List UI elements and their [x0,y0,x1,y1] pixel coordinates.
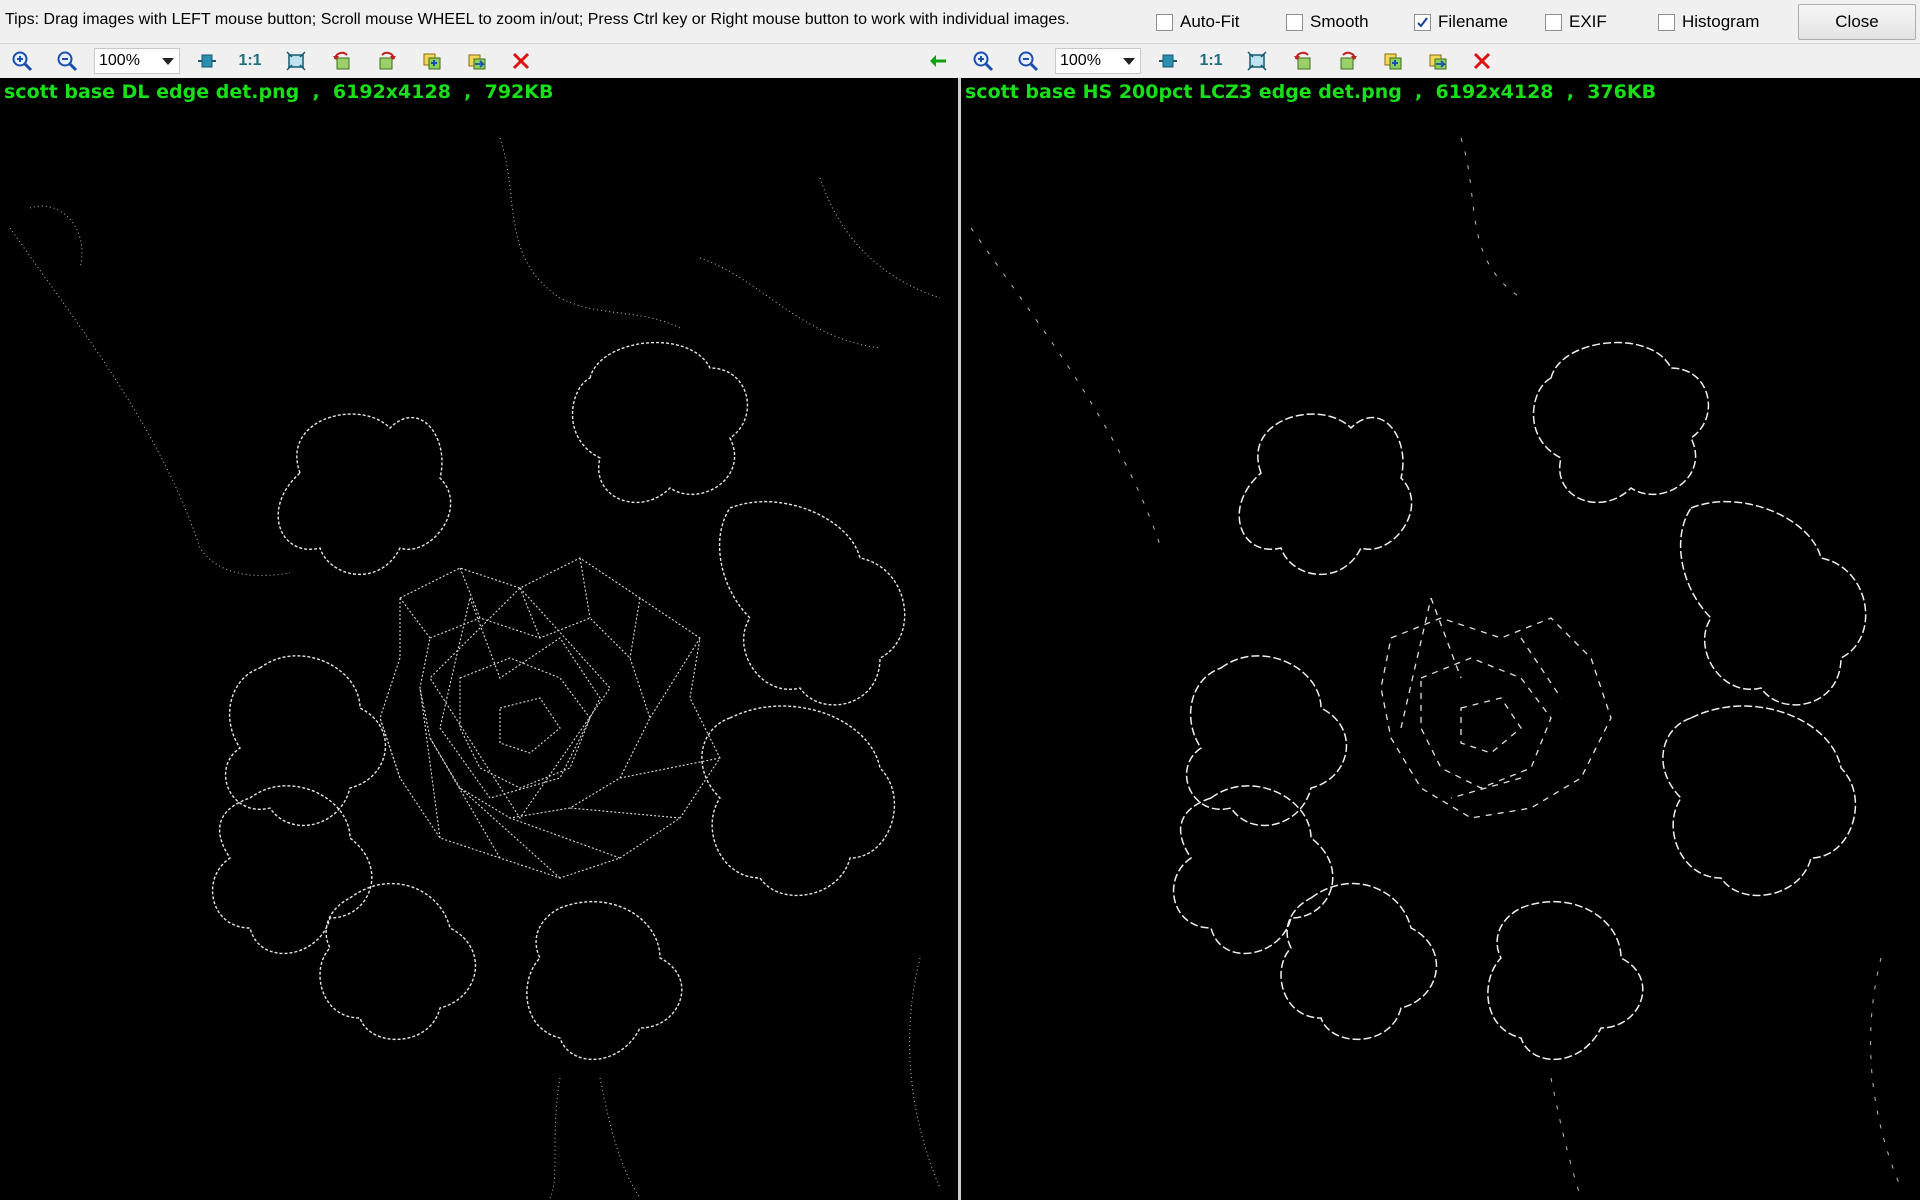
right-edge-image [970,137,1902,1199]
zoom-in-icon[interactable] [971,49,995,73]
copy-icon[interactable] [1381,49,1405,73]
delete-icon[interactable] [1470,49,1494,73]
one-to-one-button[interactable]: 1:1 [238,49,262,73]
check-icon [1417,16,1428,28]
delete-icon[interactable] [509,49,533,73]
zoom-out-icon[interactable] [55,49,79,73]
zoom-in-icon[interactable] [10,49,34,73]
auto-fit-label: Auto-Fit [1180,12,1240,31]
right-image-pane[interactable]: scott base HS 200pct LCZ3 edge det.png ,… [961,78,1920,1200]
zoom-select[interactable]: 100% [1055,48,1141,74]
fit-icon[interactable] [1156,49,1180,73]
one-to-one-button[interactable]: 1:1 [1199,49,1223,73]
right-toolbar: 100% 1:1 [961,44,1920,78]
histogram-checkbox[interactable]: Histogram [1658,11,1759,33]
save-icon[interactable] [1426,49,1450,73]
fullscreen-icon[interactable] [1245,49,1269,73]
left-edge-image [9,137,941,1199]
left-image-pane[interactable]: scott base DL edge det.png , 6192x4128 ,… [0,78,959,1200]
filename-label: Filename [1438,12,1508,31]
close-button[interactable]: Close [1798,4,1916,40]
exif-box[interactable] [1545,13,1562,31]
histogram-label: Histogram [1682,12,1760,31]
sync-arrow-icon[interactable] [926,49,950,73]
top-bar: Tips: Drag images with LEFT mouse button… [0,0,1920,44]
zoom-out-icon[interactable] [1016,49,1040,73]
exif-checkbox[interactable]: EXIF [1545,11,1607,33]
zoom-select[interactable]: 100% [94,48,180,74]
smooth-box[interactable] [1286,13,1303,31]
tips-text: Tips: Drag images with LEFT mouse button… [5,11,1070,28]
auto-fit-checkbox[interactable]: Auto-Fit [1156,11,1240,33]
copy-icon[interactable] [420,49,444,73]
fit-icon[interactable] [195,49,219,73]
rotate-right-icon[interactable] [1336,49,1360,73]
auto-fit-box[interactable] [1156,13,1173,31]
chevron-down-icon [1123,58,1135,65]
rotate-left-icon[interactable] [330,49,354,73]
left-toolbar: 100% 1:1 [0,44,958,78]
rotate-left-icon[interactable] [1291,49,1315,73]
left-filename-caption: scott base DL edge det.png , 6192x4128 ,… [4,81,554,103]
filename-checkbox[interactable]: Filename [1414,11,1508,33]
smooth-checkbox[interactable]: Smooth [1286,11,1369,33]
fullscreen-icon[interactable] [284,49,308,73]
rotate-right-icon[interactable] [375,49,399,73]
histogram-box[interactable] [1658,13,1675,31]
zoom-value: 100% [1060,52,1101,69]
smooth-label: Smooth [1310,12,1369,31]
zoom-value: 100% [99,52,140,69]
right-filename-caption: scott base HS 200pct LCZ3 edge det.png ,… [965,81,1657,103]
filename-box[interactable] [1414,13,1431,31]
exif-label: EXIF [1569,12,1607,31]
chevron-down-icon [162,58,174,65]
save-icon[interactable] [465,49,489,73]
